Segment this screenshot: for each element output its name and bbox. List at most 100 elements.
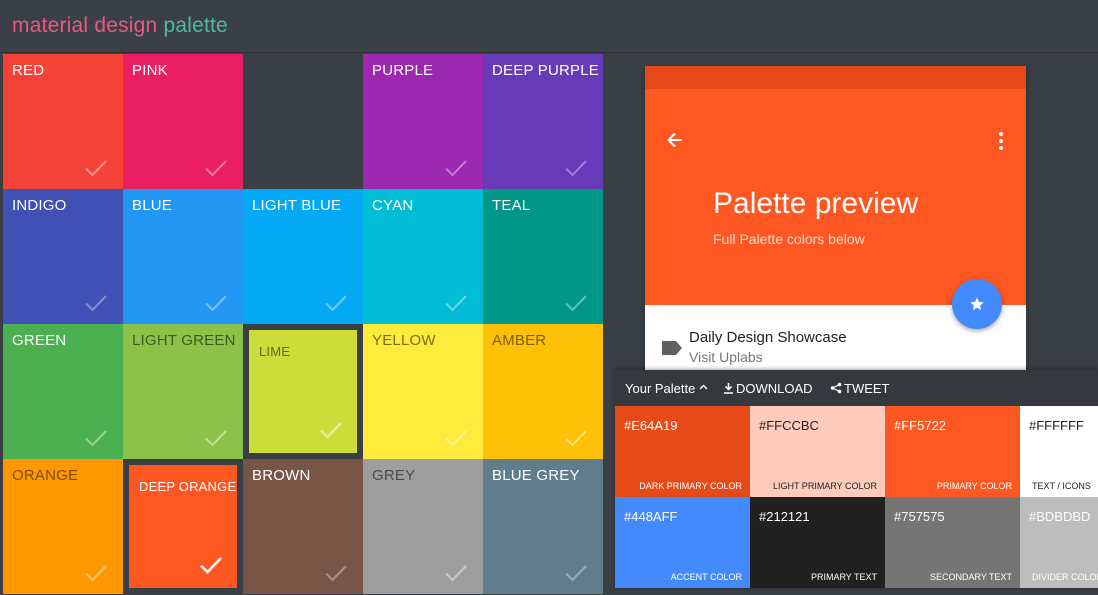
download-button[interactable]: DOWNLOAD (723, 381, 813, 396)
check-icon (445, 565, 467, 582)
check-icon (565, 565, 587, 582)
swatch-role-label: DARK PRIMARY COLOR (639, 481, 742, 491)
swatch-hex-value: #FF5722 (894, 418, 947, 433)
color-tile-label: AMBER (492, 332, 547, 349)
preview-app-bar: Palette preview Full Palette colors belo… (645, 89, 1026, 305)
palette-swatch-primary-color[interactable]: #FF5722 PRIMARY COLOR (885, 406, 1020, 497)
check-icon (445, 295, 467, 312)
check-icon (85, 295, 107, 312)
swatch-role-label: PRIMARY COLOR (936, 481, 1012, 491)
swatch-hex-value: #BDBDBD (1029, 509, 1091, 524)
palette-swatch-accent-color[interactable]: #448AFF ACCENT COLOR (615, 497, 750, 588)
color-tile-deep-orange[interactable]: DEEP ORANGE (123, 459, 243, 594)
swatch-role-label: LIGHT PRIMARY COLOR (772, 481, 877, 491)
check-icon (200, 557, 222, 574)
color-tile-label: INDIGO (12, 197, 67, 214)
check-icon (445, 430, 467, 447)
check-icon (85, 430, 107, 447)
check-icon (325, 295, 347, 312)
color-grid: RED PINK PURPLE DEEP PURPLE INDIGO BLUE LIGHT … (3, 54, 603, 594)
check-icon (445, 160, 467, 177)
list-item-title: Daily Design Showcase (689, 329, 847, 346)
check-icon (565, 160, 587, 177)
color-tile-label: LIME (259, 344, 291, 359)
check-icon (565, 430, 587, 447)
color-tile-grey[interactable]: GREY (363, 459, 483, 594)
palette-swatch-primary-text[interactable]: #212121 PRIMARY TEXT (750, 497, 885, 588)
swatch-hex-value: #E64A19 (624, 418, 678, 433)
palette-swatch-text-icons[interactable]: #FFFFFF TEXT / ICONS (1020, 406, 1098, 497)
logo-word-palette: palette (163, 14, 228, 37)
color-tile-green[interactable]: GREEN (3, 324, 123, 459)
color-tile-light-blue[interactable]: LIGHT BLUE (243, 189, 363, 324)
selected-tile-fill: LIME (249, 330, 357, 453)
color-tile-label: BLUE (132, 197, 172, 214)
preview-status-bar (645, 66, 1026, 89)
more-vert-icon[interactable] (995, 131, 1007, 151)
color-tile-indigo[interactable]: INDIGO (3, 189, 123, 324)
swatch-hex-value: #FFCCBC (759, 418, 819, 433)
your-palette-toggle[interactable]: Your Palette (625, 381, 695, 396)
color-tile-label: PURPLE (372, 62, 434, 79)
color-tile-label: RED (12, 62, 45, 79)
color-tile-yellow[interactable]: YELLOW (363, 324, 483, 459)
color-tile-label: TEAL (492, 197, 531, 214)
preview-title: Palette preview (713, 187, 919, 220)
check-icon (320, 422, 342, 439)
color-tile-label: PINK (132, 62, 168, 79)
color-tile-label: GREY (372, 467, 416, 484)
tweet-label: TWEET (844, 381, 890, 396)
preview-subtitle: Full Palette colors below (713, 231, 865, 247)
check-icon (85, 565, 107, 582)
list-item-subtitle: Visit Uplabs (689, 349, 763, 365)
swatch-role-label: PRIMARY TEXT (810, 572, 877, 582)
check-icon (85, 160, 107, 177)
label-tag-icon (662, 341, 682, 355)
swatch-hex-value: #448AFF (624, 509, 678, 524)
color-tile-label: LIGHT BLUE (252, 197, 342, 214)
app-logo[interactable]: material design palette (12, 14, 228, 38)
palette-swatch-dark-primary-color[interactable]: #E64A19 DARK PRIMARY COLOR (615, 406, 750, 497)
tweet-button[interactable]: TWEET (830, 381, 890, 396)
color-tile-blue[interactable]: BLUE (123, 189, 243, 324)
color-tile-label: ORANGE (12, 467, 79, 484)
fab-button[interactable] (952, 279, 1002, 329)
color-tile-pink[interactable]: PINK (123, 54, 243, 189)
color-tile-lime[interactable]: LIME (243, 324, 363, 459)
color-tile-teal[interactable]: TEAL (483, 189, 603, 324)
swatch-role-label: DIVIDER COLOR (1032, 572, 1098, 582)
palette-toolbar: Your Palette DOWNLOAD TWEET (615, 370, 1098, 406)
color-tile-amber[interactable]: AMBER (483, 324, 603, 459)
check-icon (205, 160, 227, 177)
color-tile-label: DEEP PURPLE (492, 62, 599, 79)
logo-word-material-design: material design (12, 14, 158, 37)
download-icon (724, 383, 733, 394)
color-tile-cyan[interactable]: CYAN (363, 189, 483, 324)
arrow-left-icon[interactable] (665, 130, 685, 150)
color-tile-deep-purple[interactable]: DEEP PURPLE (483, 54, 603, 189)
color-tile-label: GREEN (12, 332, 67, 349)
color-tile-label: CYAN (372, 197, 414, 214)
color-tile-light-green[interactable]: LIGHT GREEN (123, 324, 243, 459)
check-icon (205, 430, 227, 447)
swatch-hex-value: #212121 (759, 509, 810, 524)
star-icon (970, 297, 984, 311)
color-tile-purple[interactable]: PURPLE (363, 54, 483, 189)
color-tile-label: DEEP ORANGE (139, 479, 237, 494)
swatch-role-label: ACCENT COLOR (670, 572, 742, 582)
check-icon (205, 295, 227, 312)
color-tile-orange[interactable]: ORANGE (3, 459, 123, 594)
palette-swatch-light-primary-color[interactable]: #FFCCBC LIGHT PRIMARY COLOR (750, 406, 885, 497)
color-tile-red[interactable]: RED (3, 54, 123, 189)
swatch-role-label: SECONDARY TEXT (929, 572, 1012, 582)
palette-swatch-secondary-text[interactable]: #757575 SECONDARY TEXT (885, 497, 1020, 588)
palette-swatch-divider-color[interactable]: #BDBDBD DIVIDER COLOR (1020, 497, 1098, 588)
selected-tile-fill: DEEP ORANGE (129, 465, 237, 588)
color-tile-blue-grey[interactable]: BLUE GREY (483, 459, 603, 594)
color-tile-brown[interactable]: BROWN (243, 459, 363, 594)
swatch-hex-value: #757575 (894, 509, 945, 524)
top-bar: material design palette (0, 0, 1098, 53)
color-tile-label: BROWN (252, 467, 311, 484)
chevron-up-icon[interactable] (699, 384, 708, 390)
palette-preview-card: Palette preview Full Palette colors belo… (645, 66, 1026, 370)
